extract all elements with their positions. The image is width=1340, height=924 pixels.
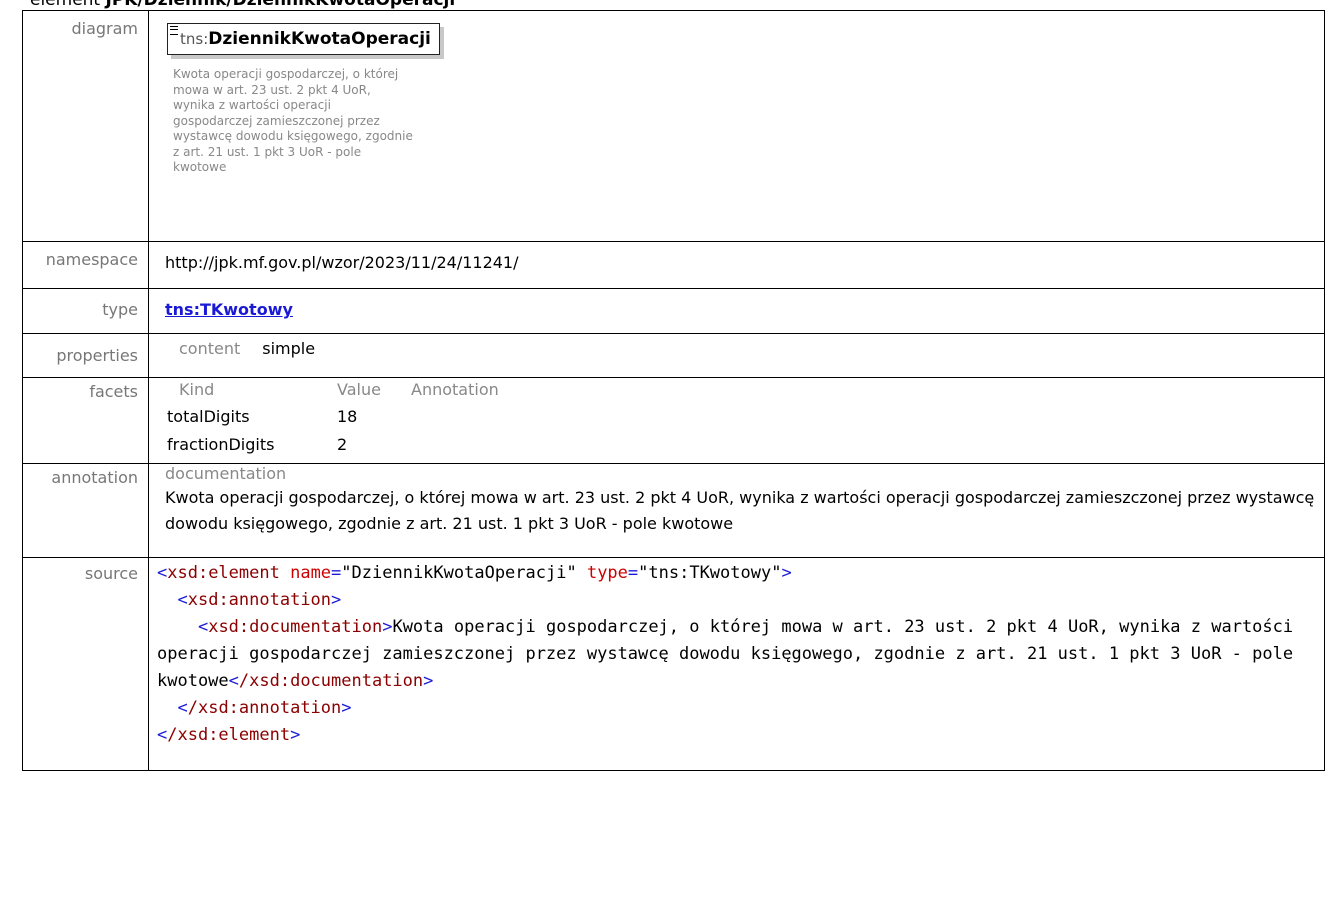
facets-label: facets bbox=[22, 377, 149, 464]
src-element-tag: xsd:element bbox=[167, 563, 280, 583]
diagram-label: diagram bbox=[22, 10, 149, 242]
facet-header-value: Value bbox=[337, 380, 381, 399]
annotation-label: annotation bbox=[22, 463, 149, 558]
src-close-documentation: /xsd:documentation bbox=[238, 671, 424, 691]
properties-label: properties bbox=[22, 333, 149, 378]
src-close-element: /xsd:element bbox=[167, 725, 291, 745]
facet-annotation bbox=[411, 431, 561, 459]
type-link[interactable]: tns:TKwotowy bbox=[165, 300, 293, 319]
facet-value: 2 bbox=[337, 435, 348, 454]
properties-row: properties content simple bbox=[22, 333, 1325, 378]
namespace-row: namespace http://jpk.mf.gov.pl/wzor/2023… bbox=[22, 241, 1325, 289]
src-attr-name: name bbox=[290, 563, 332, 583]
src-attr-name-value: "DziennikKwotaOperacji" bbox=[341, 563, 577, 583]
facets-row: facets Kind Value Annotation totalDigits… bbox=[22, 377, 1325, 464]
src-attr-type-value: "tns:TKwotowy" bbox=[638, 563, 782, 583]
src-close-annotation: /xsd:annotation bbox=[187, 698, 342, 718]
diagram-cell: tns:DziennikKwotaOperacji Kwota operacji… bbox=[148, 10, 1325, 242]
source-code: <xsd:element name="DziennikKwotaOperacji… bbox=[157, 563, 1304, 745]
property-value: simple bbox=[262, 339, 316, 358]
properties-content: content simple bbox=[165, 339, 1314, 358]
src-annotation-tag: xsd:annotation bbox=[187, 590, 332, 610]
element-diagram-box[interactable]: tns:DziennikKwotaOperacji bbox=[167, 23, 440, 55]
diagram-row: diagram tns:DziennikKwotaOperacji Kwota … bbox=[22, 10, 1325, 242]
element-lines-icon bbox=[170, 26, 178, 35]
facets-table: Kind Value Annotation totalDigits 18 fra… bbox=[165, 381, 1314, 459]
source-label: source bbox=[22, 557, 149, 771]
facet-value: 18 bbox=[337, 407, 358, 426]
namespace-value: http://jpk.mf.gov.pl/wzor/2023/11/24/112… bbox=[148, 241, 1325, 289]
diagram-documentation: Kwota operacji gospodarczej, o której mo… bbox=[173, 67, 413, 174]
facet-header-annotation: Annotation bbox=[411, 380, 499, 399]
property-key: content bbox=[179, 339, 241, 358]
facet-annotation bbox=[411, 403, 561, 431]
heading-prefix: element bbox=[30, 0, 106, 10]
source-row: source <xsd:element name="DziennikKwotaO… bbox=[22, 557, 1325, 771]
documentation-text: Kwota operacji gospodarczej, o której mo… bbox=[165, 488, 1315, 533]
diagram-element-name: DziennikKwotaOperacji bbox=[208, 29, 431, 49]
src-documentation-tag: xsd:documentation bbox=[208, 617, 383, 637]
diagram-prefix: tns: bbox=[180, 30, 209, 48]
element-path: JPK/Dziennik/DziennikKwotaOperacji bbox=[105, 0, 456, 10]
src-attr-type: type bbox=[586, 563, 628, 583]
documentation-header: documentation bbox=[165, 464, 287, 483]
type-label: type bbox=[22, 288, 149, 334]
type-row: type tns:TKwotowy bbox=[22, 288, 1325, 334]
namespace-label: namespace bbox=[22, 241, 149, 289]
facet-kind: fractionDigits bbox=[167, 435, 275, 454]
annotation-row: annotation documentation Kwota operacji … bbox=[22, 463, 1325, 558]
facet-header-kind: Kind bbox=[179, 380, 215, 399]
element-doc-table: diagram tns:DziennikKwotaOperacji Kwota … bbox=[22, 10, 1325, 771]
facet-kind: totalDigits bbox=[167, 407, 250, 426]
